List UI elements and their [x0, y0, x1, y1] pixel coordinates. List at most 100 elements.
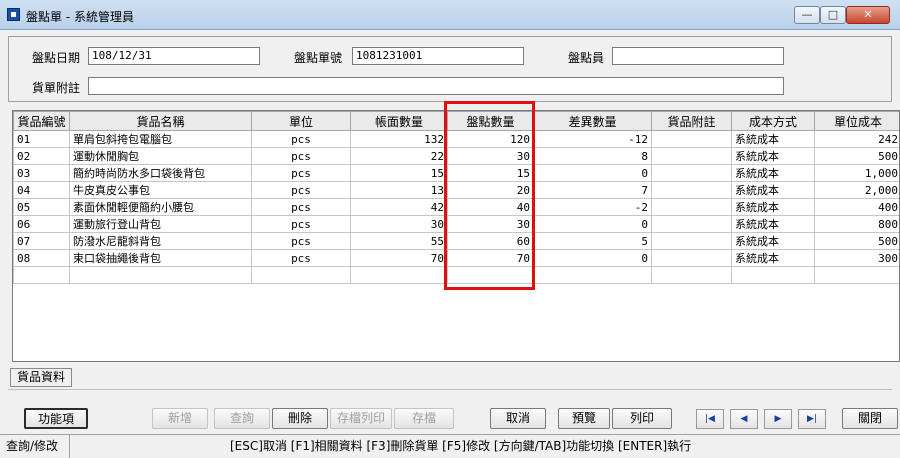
cell-item-note[interactable] — [651, 249, 732, 267]
cell-counted-qty[interactable]: 60 — [447, 232, 534, 250]
cell-diff-qty[interactable]: -12 — [533, 130, 652, 148]
cell-counted-qty[interactable]: 15 — [447, 164, 534, 182]
table-row[interactable]: 08 束口袋抽繩後背包 pcs 70 70 0 系統成本 300 — [13, 249, 899, 267]
item-data-tab[interactable]: 貨品資料 — [10, 368, 72, 387]
col-header-diff-qty[interactable]: 差異數量 — [533, 111, 652, 131]
cell-unit-cost[interactable]: 300 — [814, 249, 899, 267]
cell-diff-qty[interactable]: 5 — [533, 232, 652, 250]
cell-counted-qty[interactable]: 20 — [447, 181, 534, 199]
col-header-counted-qty[interactable]: 盤點數量 — [447, 111, 534, 131]
cell-cost-method[interactable]: 系統成本 — [731, 181, 815, 199]
cell-diff-qty[interactable]: 0 — [533, 249, 652, 267]
cell-book-qty[interactable]: 42 — [350, 198, 448, 216]
cell-item-code[interactable]: 03 — [13, 164, 70, 182]
cell-unit-cost[interactable]: 500 — [814, 147, 899, 165]
cell-counted-qty[interactable]: 120 — [447, 130, 534, 148]
print-button[interactable]: 列印 — [612, 408, 672, 429]
cell-item-code[interactable]: 04 — [13, 181, 70, 199]
cell-unit[interactable]: pcs — [251, 215, 351, 233]
cell-book-qty[interactable]: 13 — [350, 181, 448, 199]
cell-empty[interactable] — [13, 266, 70, 284]
cell-empty[interactable] — [69, 266, 252, 284]
cell-item-name[interactable]: 運動旅行登山背包 — [69, 215, 252, 233]
cell-diff-qty[interactable]: 0 — [533, 215, 652, 233]
delete-button[interactable]: 刪除 — [272, 408, 328, 429]
cell-item-note[interactable] — [651, 198, 732, 216]
cell-item-name[interactable]: 簡約時尚防水多口袋後背包 — [69, 164, 252, 182]
col-header-name[interactable]: 貨品名稱 — [69, 111, 252, 131]
cell-item-name[interactable]: 牛皮真皮公事包 — [69, 181, 252, 199]
cell-item-note[interactable] — [651, 232, 732, 250]
table-row[interactable]: 07 防潑水尼龍斜背包 pcs 55 60 5 系統成本 500 — [13, 232, 899, 250]
cell-empty[interactable] — [731, 266, 815, 284]
col-header-item-note[interactable]: 貨品附註 — [651, 111, 732, 131]
cell-book-qty[interactable]: 15 — [350, 164, 448, 182]
note-field[interactable] — [88, 77, 784, 95]
cell-cost-method[interactable]: 系統成本 — [731, 164, 815, 182]
table-row[interactable]: 03 簡約時尚防水多口袋後背包 pcs 15 15 0 系統成本 1,000 — [13, 164, 899, 182]
cell-cost-method[interactable]: 系統成本 — [731, 147, 815, 165]
cell-unit-cost[interactable]: 800 — [814, 215, 899, 233]
save-print-button[interactable]: 存檔列印 — [330, 408, 392, 429]
col-header-code[interactable]: 貨品編號 — [13, 111, 70, 131]
cell-item-note[interactable] — [651, 147, 732, 165]
next-record-icon[interactable]: ▶ — [764, 409, 792, 429]
preview-button[interactable]: 預覽 — [558, 408, 610, 429]
cell-item-name[interactable]: 束口袋抽繩後背包 — [69, 249, 252, 267]
previous-record-icon[interactable]: ◀ — [730, 409, 758, 429]
cell-unit[interactable]: pcs — [251, 164, 351, 182]
cell-diff-qty[interactable]: 8 — [533, 147, 652, 165]
cell-cost-method[interactable]: 系統成本 — [731, 232, 815, 250]
cell-empty[interactable] — [814, 266, 899, 284]
cell-item-note[interactable] — [651, 181, 732, 199]
cell-item-name[interactable]: 單肩包斜挎包電腦包 — [69, 130, 252, 148]
cell-unit[interactable]: pcs — [251, 130, 351, 148]
col-header-book-qty[interactable]: 帳面數量 — [350, 111, 448, 131]
cell-item-name[interactable]: 防潑水尼龍斜背包 — [69, 232, 252, 250]
cell-cost-method[interactable]: 系統成本 — [731, 198, 815, 216]
cell-diff-qty[interactable]: 7 — [533, 181, 652, 199]
col-header-unit-cost[interactable]: 單位成本 — [814, 111, 899, 131]
person-field[interactable] — [612, 47, 784, 65]
cell-book-qty[interactable]: 30 — [350, 215, 448, 233]
cell-empty[interactable] — [251, 266, 351, 284]
cell-book-qty[interactable]: 55 — [350, 232, 448, 250]
table-row[interactable]: 06 運動旅行登山背包 pcs 30 30 0 系統成本 800 — [13, 215, 899, 233]
cell-unit[interactable]: pcs — [251, 181, 351, 199]
cell-counted-qty[interactable]: 30 — [447, 147, 534, 165]
cell-unit-cost[interactable]: 400 — [814, 198, 899, 216]
cell-item-code[interactable]: 08 — [13, 249, 70, 267]
cell-item-code[interactable]: 07 — [13, 232, 70, 250]
number-field[interactable]: 1081231001 — [352, 47, 524, 65]
query-button[interactable]: 查詢 — [214, 408, 270, 429]
cell-counted-qty[interactable]: 30 — [447, 215, 534, 233]
function-button[interactable]: 功能項 — [24, 408, 88, 429]
date-field[interactable]: 108/12/31 — [88, 47, 260, 65]
cell-empty[interactable] — [533, 266, 652, 284]
cell-item-note[interactable] — [651, 164, 732, 182]
cell-diff-qty[interactable]: -2 — [533, 198, 652, 216]
close-button[interactable]: 關閉 — [842, 408, 898, 429]
cell-book-qty[interactable]: 132 — [350, 130, 448, 148]
cell-item-note[interactable] — [651, 130, 732, 148]
col-header-cost-method[interactable]: 成本方式 — [731, 111, 815, 131]
cell-unit[interactable]: pcs — [251, 147, 351, 165]
table-row[interactable]: 04 牛皮真皮公事包 pcs 13 20 7 系統成本 2,000 — [13, 181, 899, 199]
table-row[interactable]: 01 單肩包斜挎包電腦包 pcs 132 120 -12 系統成本 242 — [13, 130, 899, 148]
cell-item-name[interactable]: 素面休閒輕便簡約小腰包 — [69, 198, 252, 216]
cell-unit[interactable]: pcs — [251, 232, 351, 250]
cell-cost-method[interactable]: 系統成本 — [731, 215, 815, 233]
cell-item-code[interactable]: 01 — [13, 130, 70, 148]
cell-counted-qty[interactable]: 70 — [447, 249, 534, 267]
item-grid[interactable]: 貨品編號 貨品名稱 單位 帳面數量 盤點數量 差異數量 貨品附註 成本方式 單位… — [12, 110, 900, 362]
add-button[interactable]: 新增 — [152, 408, 208, 429]
cell-counted-qty[interactable]: 40 — [447, 198, 534, 216]
cell-item-code[interactable]: 06 — [13, 215, 70, 233]
col-header-unit[interactable]: 單位 — [251, 111, 351, 131]
cell-unit-cost[interactable]: 2,000 — [814, 181, 899, 199]
cell-unit-cost[interactable]: 242 — [814, 130, 899, 148]
cell-item-name[interactable]: 運動休閒胸包 — [69, 147, 252, 165]
table-row-empty[interactable] — [13, 266, 899, 284]
first-record-icon[interactable]: |◀ — [696, 409, 724, 429]
cell-book-qty[interactable]: 22 — [350, 147, 448, 165]
